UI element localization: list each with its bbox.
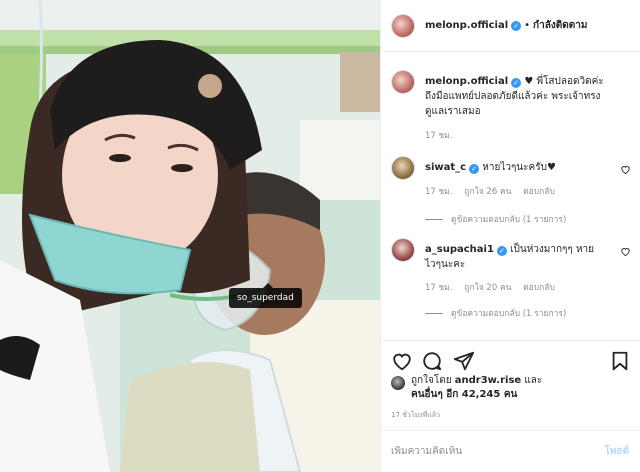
comment-likes[interactable]: ถูกใจ 20 คน [464,283,511,293]
view-replies-label[interactable]: ดูข้อความตอบกลับ (1 รายการ) [451,212,566,226]
replies-divider [425,218,443,220]
comment-icon[interactable] [421,350,443,372]
view-replies[interactable]: ดูข้อความตอบกลับ (1 รายการ) [425,306,566,320]
author-avatar[interactable] [391,13,415,38]
comment-body: หายไวๆนะครับ♥ [482,162,556,173]
view-replies-label[interactable]: ดูข้อความตอบกลับ (1 รายการ) [451,306,566,320]
comments-section[interactable]: melonp.official ✓ ♥ พี่โสปลอดวิดค่ะ ถึงมื… [381,52,640,340]
comment-like-icon[interactable] [620,164,631,175]
reply-button[interactable]: ตอบกลับ [523,187,555,197]
instagram-post: so_superdad melonp.official ✓ • กำลังติด… [0,0,640,472]
comment-body-line-1: เป็นห่วงมากๆๆ หาย [510,244,595,255]
comment-text: a_supachai1 ✓ เป็นห่วงมากๆๆ หาย ไวๆนะคะ [425,242,619,272]
caption-line-1: ♥ พี่โสปลอดวิดค่ะ [524,76,604,87]
caption-line-3: ดูแลเราเสมอ [425,106,481,117]
photo-illustration [0,0,380,472]
post-header: melonp.official ✓ • กำลังติดตาม [381,0,640,52]
verified-badge-icon: ✓ [496,246,507,256]
likes-others[interactable]: คนอื่นๆ อีก 42,245 คน [411,389,517,400]
caption-username[interactable]: melonp.official [425,76,508,87]
add-comment-input[interactable] [391,446,571,457]
verified-badge-icon: ✓ [511,78,522,88]
post-timestamp[interactable]: 17 ชั่วโมงที่แล้ว [391,410,440,421]
commenter-username[interactable]: a_supachai1 [425,244,494,255]
comment-time: 17 ชม. [425,283,453,293]
post-side-panel: melonp.official ✓ • กำลังติดตาม melonp.o… [380,0,640,472]
heart-icon[interactable] [391,350,413,372]
likes-prefix: ถูกใจโดย [411,375,452,386]
verified-badge-icon: ✓ [511,20,522,31]
verified-badge-icon: ✓ [469,164,480,174]
reply-button[interactable]: ตอบกลับ [523,283,555,293]
commenter-username[interactable]: siwat_c [425,162,466,173]
add-comment-bar: โพสต์ [381,430,640,472]
caption-time: 17 ชม. [425,131,453,141]
likes-text: ถูกใจโดย andr3w.rise และ คนอื่นๆ อีก 42,… [411,374,542,402]
author-username[interactable]: melonp.official [425,20,508,31]
replies-divider [425,312,443,314]
separator-dot: • [524,20,531,31]
comment-meta: 17 ชม. ถูกใจ 26 คน ตอบกลับ [425,184,564,198]
caption-text: melonp.official ✓ ♥ พี่โสปลอดวิดค่ะ ถึงมื… [425,74,619,119]
user-tag[interactable]: so_superdad [229,283,302,308]
comment-meta: 17 ชม. ถูกใจ 20 คน ตอบกลับ [425,280,564,294]
post-photo[interactable]: so_superdad [0,0,380,472]
comment-like-icon[interactable] [620,246,631,257]
following-button[interactable]: กำลังติดตาม [533,18,587,33]
commenter-avatar[interactable] [391,156,415,180]
comment-body-line-2: ไวๆนะคะ [425,259,466,270]
caption-line-2: ถึงมือแพทย์ปลอดภัยดีแล้วค่ะ พระเจ้าทรง [425,91,601,102]
likes-and: และ [524,375,543,386]
comment-likes[interactable]: ถูกใจ 26 คน [464,187,511,197]
liker-username[interactable]: andr3w.rise [455,375,521,386]
commenter-avatar[interactable] [391,238,415,262]
caption-meta: 17 ชม. [425,128,462,142]
comment-text: siwat_c ✓ หายไวๆนะครับ♥ [425,160,619,175]
liker-avatar[interactable] [391,376,405,390]
view-replies[interactable]: ดูข้อความตอบกลับ (1 รายการ) [425,212,566,226]
paper-plane-icon[interactable] [453,350,475,372]
caption-author-avatar[interactable] [391,70,415,94]
likes-summary: ถูกใจโดย andr3w.rise และ คนอื่นๆ อีก 42,… [391,374,631,402]
post-comment-button[interactable]: โพสต์ [604,444,629,459]
bookmark-icon[interactable] [609,350,631,372]
comment-time: 17 ชม. [425,187,453,197]
